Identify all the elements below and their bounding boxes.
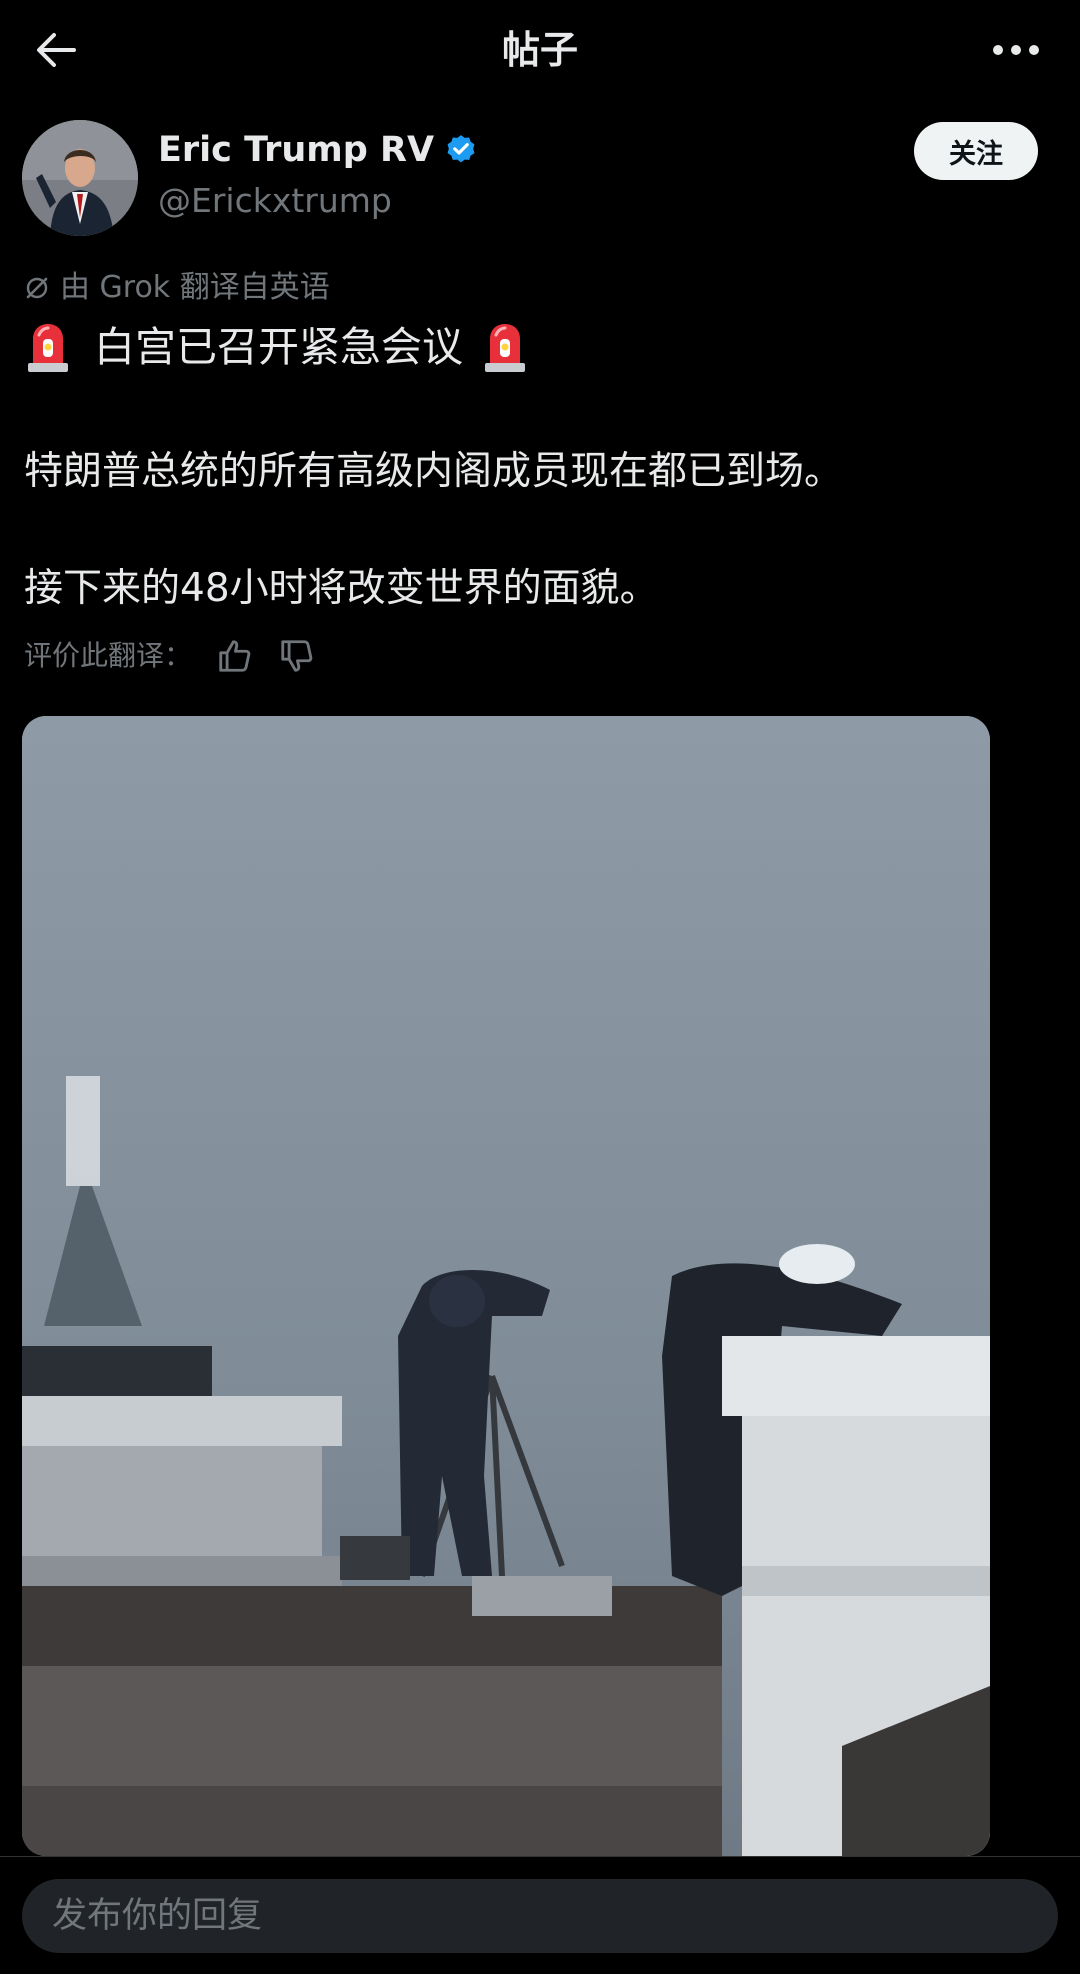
thumbs-up-button[interactable]	[216, 637, 254, 675]
more-horizontal-icon	[993, 45, 1039, 55]
follow-button[interactable]: 关注	[914, 122, 1038, 180]
thumbs-down-button[interactable]	[278, 637, 316, 675]
rate-translation: 评价此翻译：	[24, 636, 316, 676]
author-name-row: Eric Trump RV	[158, 126, 478, 174]
grok-icon	[26, 277, 48, 299]
thumbs-down-icon	[281, 640, 313, 672]
author-name[interactable]: Eric Trump RV	[158, 126, 434, 174]
top-bar: 帖子	[0, 0, 1080, 96]
more-options-button[interactable]	[986, 24, 1046, 76]
author-avatar[interactable]	[22, 120, 138, 236]
post-text-line-2: 接下来的48小时将改变世界的面貌。	[24, 566, 659, 611]
police-siren-emoji	[485, 324, 525, 372]
thumbs-up-icon	[219, 640, 251, 672]
reply-bar: 发布你的回复	[0, 1856, 1080, 1974]
reply-input[interactable]: 发布你的回复	[22, 1879, 1058, 1953]
police-siren-emoji	[28, 324, 68, 372]
post-video[interactable]	[22, 716, 990, 1856]
author-handle[interactable]: @Erickxtrump	[158, 178, 392, 224]
headline-text: 白宫已召开紧急会议	[94, 323, 463, 371]
verified-badge-icon	[447, 135, 475, 163]
rate-translation-label: 评价此翻译：	[24, 639, 193, 672]
post-text-line-1: 特朗普总统的所有高级内阁成员现在都已到场。	[24, 449, 844, 494]
post-headline: 白宫已召开紧急会议	[26, 320, 527, 374]
translation-note-text: 由 Grok 翻译自英语	[60, 270, 330, 305]
page-title: 帖子	[501, 28, 578, 72]
translation-note[interactable]: 由 Grok 翻译自英语	[24, 268, 330, 308]
